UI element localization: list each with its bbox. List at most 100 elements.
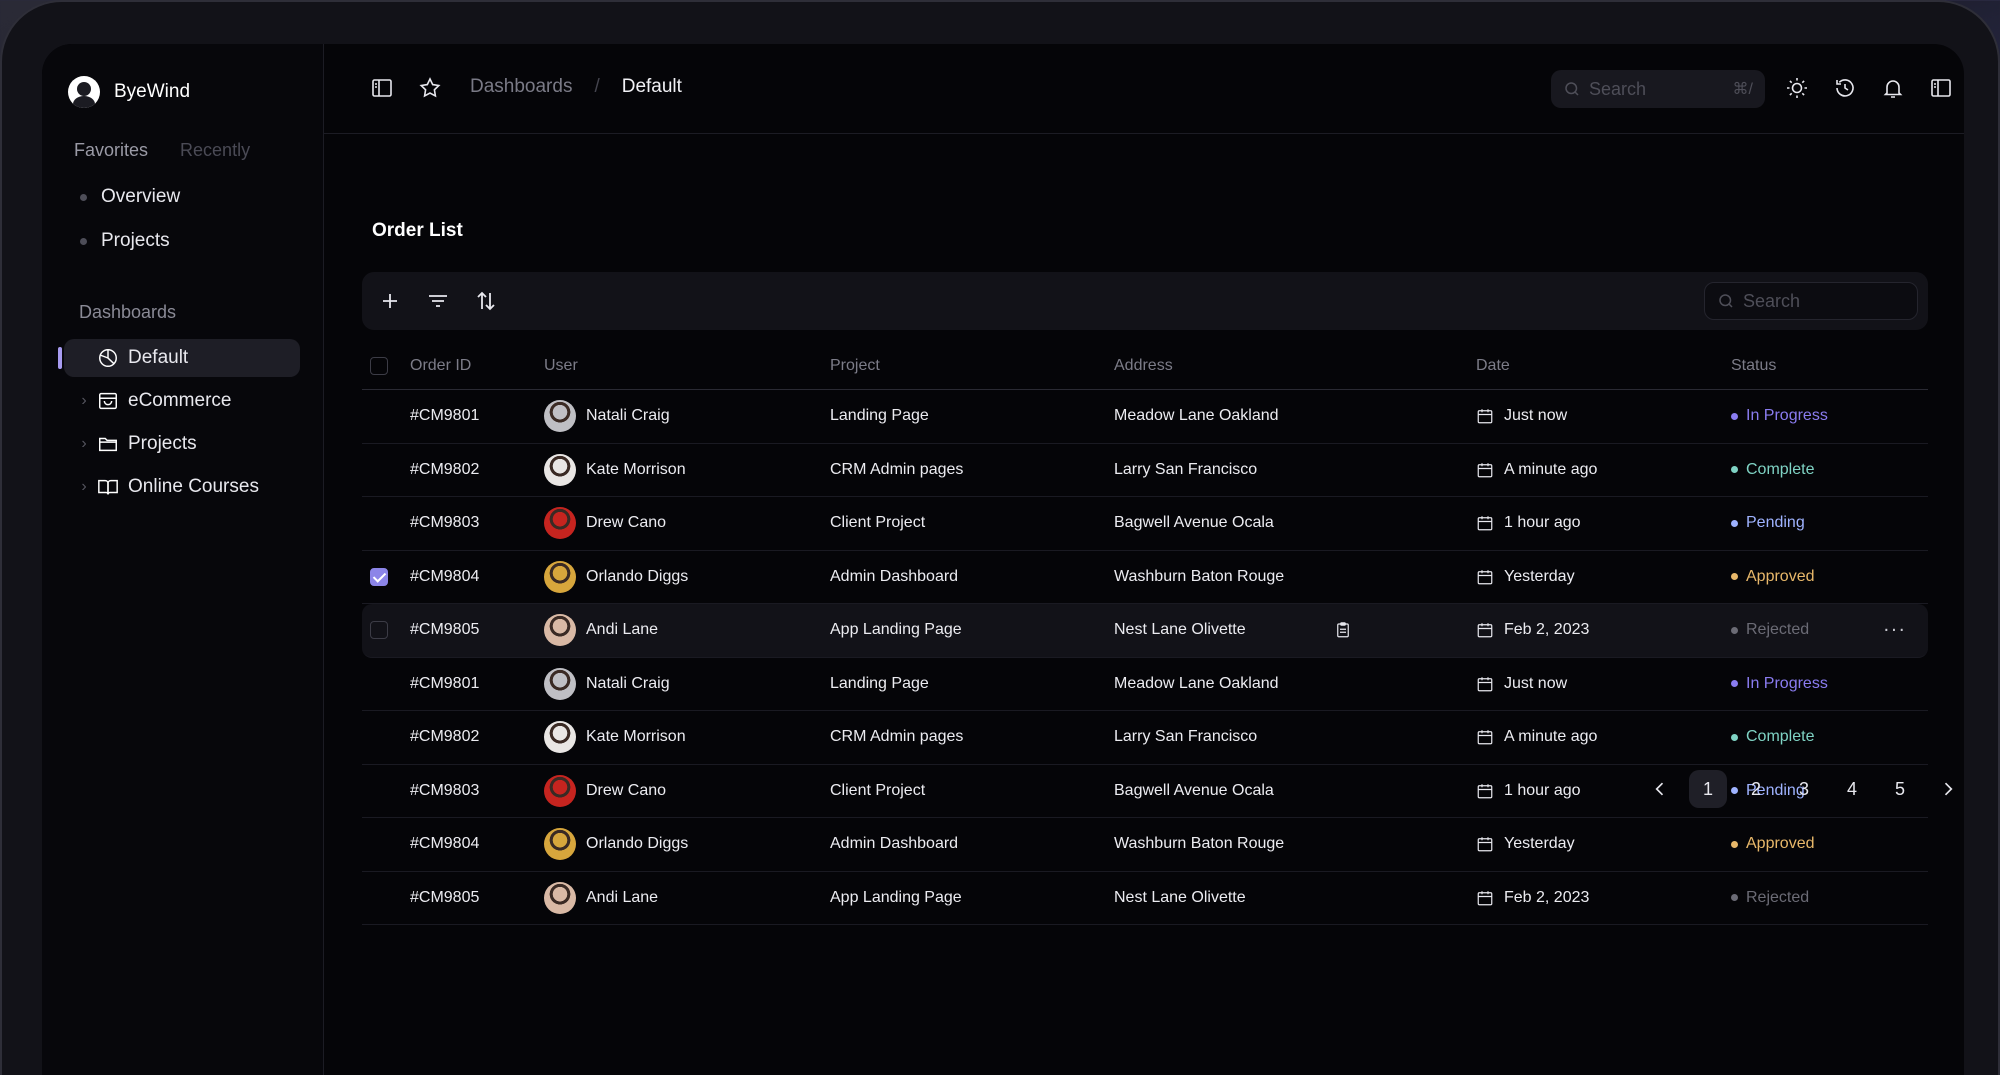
column-header-status[interactable]: Status xyxy=(1731,357,1776,375)
sun-icon[interactable] xyxy=(1783,74,1811,102)
status-label: Approved xyxy=(1746,567,1815,585)
status-badge: Rejected xyxy=(1731,621,1809,639)
right-panel-toggle-icon[interactable] xyxy=(1927,74,1955,102)
bullet-icon xyxy=(80,237,87,245)
top-header: Dashboards / Default Search ⌘/ xyxy=(324,44,1964,134)
user-name: Natali Craig xyxy=(586,407,670,425)
sidebar-item-online-courses[interactable]: › Online Courses xyxy=(64,468,300,506)
avatar xyxy=(544,507,576,540)
address: Nest Lane Olivette xyxy=(1114,888,1246,906)
column-header-date[interactable]: Date xyxy=(1476,357,1510,375)
avatar xyxy=(544,774,576,807)
breadcrumb: Dashboards / Default xyxy=(470,76,682,98)
address: Larry San Francisco xyxy=(1114,728,1258,746)
avatar xyxy=(544,400,576,433)
project-name: Admin Dashboard xyxy=(830,567,959,585)
status-label: Rejected xyxy=(1746,888,1810,906)
header-search-input[interactable]: Search ⌘/ xyxy=(1551,70,1765,108)
project-name: Admin Dashboard xyxy=(830,835,959,853)
project-name: App Landing Page xyxy=(830,888,962,906)
calendar-icon xyxy=(1477,623,1493,638)
sidebar-item-default[interactable]: › Default xyxy=(58,339,300,377)
sort-icon[interactable] xyxy=(474,289,498,313)
date: A minute ago xyxy=(1504,460,1598,478)
calendar-icon xyxy=(1477,837,1493,852)
search-shortcut: ⌘/ xyxy=(1732,81,1753,98)
section-title-dashboards: Dashboards xyxy=(79,302,177,322)
favorite-item-projects[interactable]: Projects xyxy=(80,230,170,252)
column-header-address[interactable]: Address xyxy=(1114,357,1173,375)
page-button-2[interactable]: 2 xyxy=(1737,770,1775,808)
table-row[interactable]: #CM9801 Natali Craig Landing Page Meadow La… xyxy=(362,390,1928,444)
main-content: Order List Search Order ID User Project … xyxy=(324,134,1964,1075)
shopping-bag-icon xyxy=(96,389,120,413)
history-icon[interactable] xyxy=(1831,74,1859,102)
more-options-icon[interactable]: ··· xyxy=(1883,619,1906,642)
user-name: Natali Craig xyxy=(586,674,670,692)
select-all-checkbox[interactable] xyxy=(370,356,388,375)
sidebar-item-label: eCommerce xyxy=(128,390,232,411)
user-name: Kate Morrison xyxy=(586,728,686,746)
status-dot xyxy=(1731,680,1738,688)
favorite-item-overview[interactable]: Overview xyxy=(80,186,180,208)
table-row[interactable]: #CM9805 Andi Lane App Landing Page Nest Lan… xyxy=(362,872,1928,925)
row-checkbox[interactable] xyxy=(370,567,388,586)
address: Nest Lane Olivette xyxy=(1114,621,1246,639)
status-dot xyxy=(1731,626,1738,634)
breadcrumb-dashboards[interactable]: Dashboards xyxy=(470,76,572,98)
table-search-input[interactable]: Search xyxy=(1704,282,1918,320)
table-row[interactable]: #CM9805 Andi Lane App Landing Page Nest Lan… xyxy=(362,604,1928,658)
date: Yesterday xyxy=(1504,835,1575,853)
order-id: #CM9804 xyxy=(410,567,480,585)
project-name: Landing Page xyxy=(830,407,929,425)
active-indicator xyxy=(58,347,62,369)
table-row[interactable]: #CM9803 Drew Cano Client Project Bagwell Av… xyxy=(362,497,1928,551)
tab-recently[interactable]: Recently xyxy=(180,140,250,161)
table-row[interactable]: #CM9802 Kate Morrison CRM Admin pages Larry… xyxy=(362,444,1928,497)
prev-page-button[interactable] xyxy=(1641,770,1679,808)
page-button-5[interactable]: 5 xyxy=(1881,770,1919,808)
bell-icon[interactable] xyxy=(1879,74,1907,102)
page-button-3[interactable]: 3 xyxy=(1785,770,1823,808)
sidebar-item-ecommerce[interactable]: › eCommerce xyxy=(64,382,300,420)
order-id: #CM9802 xyxy=(410,728,480,746)
status-dot xyxy=(1731,412,1738,420)
order-id: #CM9801 xyxy=(410,407,480,425)
user-name: Drew Cano xyxy=(586,781,667,799)
brand-name: ByeWind xyxy=(114,81,191,102)
table-row[interactable]: #CM9804 Orlando Diggs Admin Dashboard Washb… xyxy=(362,551,1928,604)
sidebar-item-label: Default xyxy=(128,347,189,368)
date: 1 hour ago xyxy=(1504,781,1581,799)
status-dot xyxy=(1731,733,1738,741)
table-row[interactable]: #CM9802 Kate Morrison CRM Admin pages Larry… xyxy=(362,711,1928,765)
column-header-project[interactable]: Project xyxy=(830,357,880,375)
sidebar-item-projects[interactable]: › Projects xyxy=(64,425,300,463)
calendar-icon xyxy=(1477,784,1493,799)
status-badge: In Progress xyxy=(1731,675,1828,693)
address: Bagwell Avenue Ocala xyxy=(1114,781,1274,799)
calendar-icon xyxy=(1477,463,1493,478)
avatar xyxy=(544,721,576,754)
row-checkbox[interactable] xyxy=(370,621,388,640)
brand[interactable]: ByeWind xyxy=(68,76,190,108)
column-header-user[interactable]: User xyxy=(544,357,578,375)
column-header-order-id[interactable]: Order ID xyxy=(410,357,471,375)
add-icon[interactable] xyxy=(378,289,402,313)
status-badge: Rejected xyxy=(1731,889,1809,907)
book-open-icon xyxy=(96,475,120,499)
page-button-1[interactable]: 1 xyxy=(1689,770,1727,808)
next-page-button[interactable] xyxy=(1929,770,1964,808)
page-button-4[interactable]: 4 xyxy=(1833,770,1871,808)
tab-favorites[interactable]: Favorites xyxy=(74,140,148,161)
avatar xyxy=(544,667,576,700)
order-id: #CM9804 xyxy=(410,835,480,853)
status-dot xyxy=(1731,573,1738,581)
table-row[interactable]: #CM9804 Orlando Diggs Admin Dashboard Washb… xyxy=(362,818,1928,872)
address: Washburn Baton Rouge xyxy=(1114,567,1285,585)
filter-icon[interactable] xyxy=(426,289,450,313)
clipboard-icon[interactable] xyxy=(1334,621,1352,639)
table-row[interactable]: #CM9801 Natali Craig Landing Page Meadow La… xyxy=(362,658,1928,711)
sidebar-toggle-icon[interactable] xyxy=(368,74,396,102)
status-badge: Complete xyxy=(1731,461,1814,479)
star-icon[interactable] xyxy=(416,74,444,102)
